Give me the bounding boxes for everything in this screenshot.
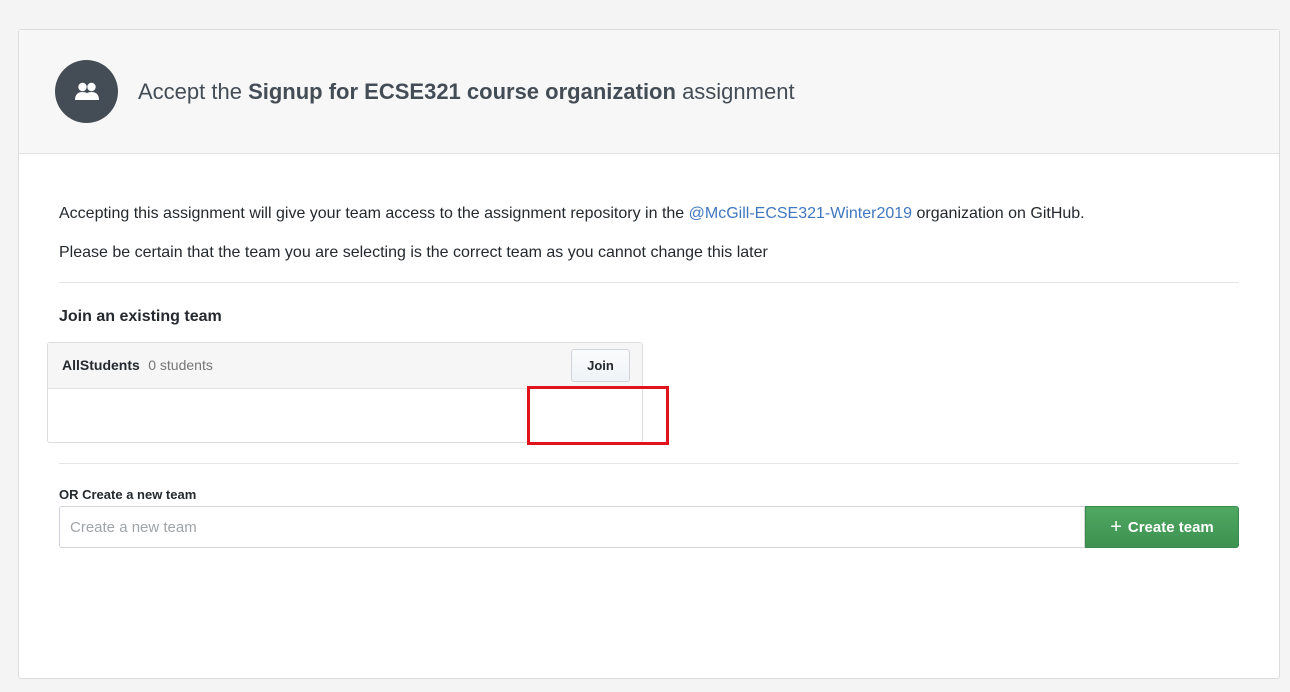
team-card-header: AllStudents 0 students Join: [48, 343, 642, 389]
create-team-button-label: Create team: [1127, 518, 1214, 536]
team-card: AllStudents 0 students Join: [47, 342, 643, 443]
team-warning: Please be certain that the team you are …: [59, 244, 768, 261]
team-student-count: 0 students: [148, 356, 213, 373]
create-team-row: + Create team: [59, 506, 1239, 548]
join-section-title: Join an existing team: [59, 308, 222, 325]
divider: [59, 463, 1239, 464]
team-info: AllStudents 0 students: [62, 357, 213, 375]
create-team-label: OR Create a new team: [59, 487, 197, 502]
create-team-input[interactable]: [59, 506, 1085, 548]
assignment-card: Accept the Signup for ECSE321 course org…: [18, 29, 1280, 679]
card-header: Accept the Signup for ECSE321 course org…: [19, 30, 1279, 154]
create-team-button[interactable]: + Create team: [1085, 506, 1239, 548]
divider: [59, 282, 1239, 283]
page-title: Accept the Signup for ECSE321 course org…: [138, 78, 795, 104]
join-team-button[interactable]: Join: [571, 349, 630, 382]
plus-icon: +: [1110, 516, 1122, 538]
team-icon: [55, 60, 118, 123]
card-body: Accepting this assignment will give your…: [19, 201, 1279, 548]
team-name: AllStudents: [62, 356, 140, 373]
organization-link[interactable]: @McGill-ECSE321-Winter2019: [689, 205, 912, 222]
assignment-description: Accepting this assignment will give your…: [59, 205, 1085, 222]
